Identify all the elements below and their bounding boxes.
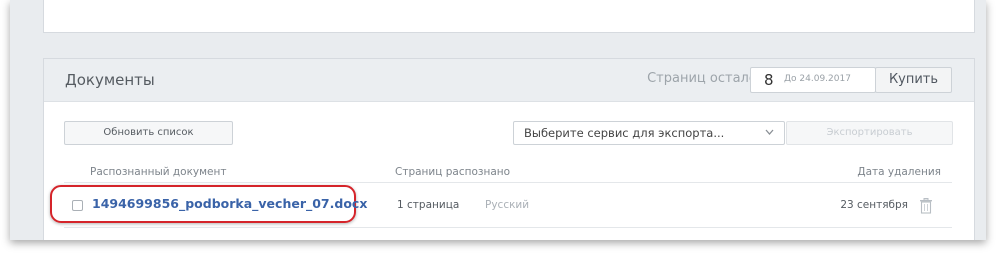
- delete-date: 23 сентября: [840, 199, 908, 211]
- trash-icon[interactable]: [919, 198, 933, 214]
- row-checkbox[interactable]: [72, 200, 83, 211]
- export-button[interactable]: Экспортировать: [786, 121, 953, 145]
- page-count: 1 страница: [397, 199, 460, 211]
- document-link[interactable]: 1494699856_podborka_vecher_07.docx: [92, 196, 367, 211]
- column-header-pages: Страниц распознано: [395, 166, 511, 178]
- export-select-value: Выберите сервис для экспорта...: [524, 126, 725, 140]
- column-header-delete-date: Дата удаления: [857, 166, 941, 178]
- refresh-list-button[interactable]: Обновить список: [64, 121, 233, 145]
- top-card: [43, 0, 975, 33]
- table-row-divider: [64, 227, 952, 228]
- document-language: Русский: [485, 199, 530, 211]
- column-header-document: Распознанный документ: [90, 166, 227, 178]
- chevron-down-icon: [765, 129, 774, 135]
- export-service-select[interactable]: Выберите сервис для экспорта...: [513, 121, 785, 145]
